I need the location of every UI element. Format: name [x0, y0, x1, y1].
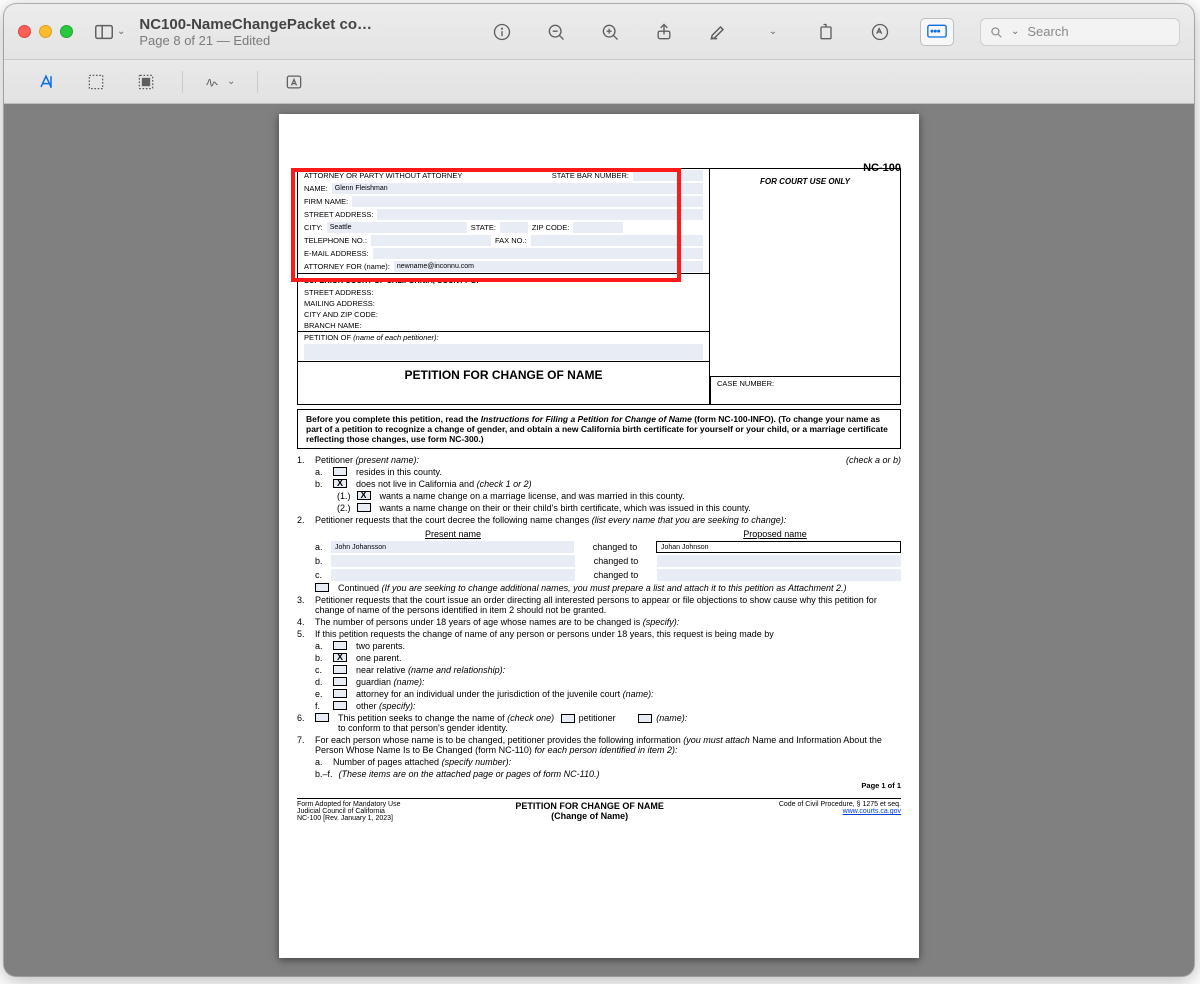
footer-left: Form Adopted for Mandatory Use Judicial … [297, 801, 401, 822]
page-number: Page 1 of 1 [297, 781, 901, 790]
rect-select-tool[interactable] [82, 68, 110, 96]
field-city[interactable]: Seattle [327, 222, 467, 233]
field-proposed-c[interactable] [657, 569, 901, 581]
field-street[interactable] [377, 209, 703, 220]
label-city: CITY: [304, 223, 323, 232]
label-court-branch: BRANCH NAME: [304, 321, 362, 330]
field-email[interactable] [373, 248, 703, 259]
zoom-out-button[interactable] [542, 18, 570, 46]
col-present-name: Present name [327, 529, 579, 539]
label-petition-of: PETITION OF (name of each petitioner): [304, 333, 439, 342]
info-button[interactable] [488, 18, 516, 46]
label-email: E-MAIL ADDRESS: [304, 249, 369, 258]
document-subtitle: Page 8 of 21 — Edited [139, 33, 372, 48]
chevron-down-icon: ⌄ [117, 26, 125, 37]
chevron-down-icon: ⌄ [1011, 26, 1019, 37]
document-canvas[interactable]: NC-100 ATTORNEY OR PARTY WITHOUT ATTORNE… [4, 104, 1194, 976]
search-field[interactable]: ⌄ Search [980, 18, 1180, 46]
field-proposed-b[interactable] [657, 555, 901, 567]
field-state[interactable] [500, 222, 528, 233]
checkbox-5b[interactable] [333, 653, 347, 662]
footer-title: PETITION FOR CHANGE OF NAME (Change of N… [515, 801, 664, 821]
form-fill-button[interactable] [920, 18, 954, 46]
label-superior-court: SUPERIOR COURT OF CALIFORNIA, COUNTY OF [298, 273, 709, 287]
label-fax: FAX NO.: [495, 236, 527, 245]
label-tel: TELEPHONE NO.: [304, 236, 367, 245]
checkbox-5c[interactable] [333, 665, 347, 674]
field-proposed-a[interactable]: Johan Johnson [656, 541, 901, 553]
chevron-down-icon: ⌄ [769, 26, 777, 37]
signature-tool[interactable]: ⌄ [205, 68, 235, 96]
checkbox-6-name[interactable] [638, 714, 652, 723]
field-petition-of[interactable] [304, 344, 703, 360]
checkbox-5a[interactable] [333, 641, 347, 650]
field-present-c[interactable] [331, 569, 575, 581]
search-icon [989, 25, 1003, 39]
titlebar: ⌄ NC100-NameChangePacket co… Page 8 of 2… [4, 4, 1194, 60]
label-case-number: CASE NUMBER: [710, 376, 900, 404]
highlight-menu-button[interactable]: ⌄ [758, 18, 786, 46]
field-firm[interactable] [352, 196, 703, 207]
document-title: NC100-NameChangePacket co… [139, 16, 372, 33]
label-state-bar: STATE BAR NUMBER: [552, 171, 629, 180]
share-button[interactable] [650, 18, 678, 46]
toolbar-divider [182, 71, 183, 93]
field-present-b[interactable] [331, 555, 575, 567]
field-state-bar[interactable] [633, 170, 703, 181]
checkbox-1b[interactable] [333, 479, 347, 488]
label-firm: FIRM NAME: [304, 197, 348, 206]
search-placeholder: Search [1027, 24, 1068, 39]
pdf-page[interactable]: NC-100 ATTORNEY OR PARTY WITHOUT ATTORNE… [279, 114, 919, 958]
field-attorney-for[interactable]: newname@inconnu.com [394, 261, 703, 272]
field-present-a[interactable]: John Johansson [331, 541, 574, 553]
field-fax[interactable] [531, 235, 703, 246]
label-court-cityzip: CITY AND ZIP CODE: [304, 310, 378, 319]
label-name: NAME: [304, 184, 328, 193]
redact-tool[interactable] [132, 68, 160, 96]
courts-link[interactable]: www.courts.ca.gov [779, 808, 901, 815]
form-number: NC-100 [863, 162, 901, 174]
field-zip[interactable] [573, 222, 623, 233]
col-proposed-name: Proposed name [649, 529, 901, 539]
window-controls [18, 25, 73, 38]
field-tel[interactable] [371, 235, 491, 246]
autofill-form-tool[interactable] [280, 68, 308, 96]
label-zip: ZIP CODE: [532, 223, 569, 232]
label-street: STREET ADDRESS: [304, 210, 373, 219]
label-court-street: STREET ADDRESS: [304, 288, 373, 297]
checkbox-1b2[interactable] [357, 503, 371, 512]
label-state: STATE: [471, 223, 496, 232]
form-title: PETITION FOR CHANGE OF NAME [298, 361, 709, 388]
label-check-a-or-b: (check a or b) [846, 455, 901, 465]
close-window-button[interactable] [18, 25, 31, 38]
checkbox-5f[interactable] [333, 701, 347, 710]
zoom-window-button[interactable] [60, 25, 73, 38]
checkbox-5d[interactable] [333, 677, 347, 686]
label-attorney-for: ATTORNEY FOR (name): [304, 262, 390, 271]
checkbox-1b1[interactable] [357, 491, 371, 500]
footer-right: Code of Civil Procedure, § 1275 et seq. … [779, 801, 901, 815]
chevron-down-icon: ⌄ [227, 76, 235, 87]
minimize-window-button[interactable] [39, 25, 52, 38]
checkbox-6-petitioner[interactable] [561, 714, 575, 723]
instructions-box: Before you complete this petition, read … [297, 409, 901, 449]
label-attorney: ATTORNEY OR PARTY WITHOUT ATTORNEY [304, 171, 462, 180]
checkbox-continued[interactable] [315, 583, 329, 592]
checkbox-6[interactable] [315, 713, 329, 722]
markup-button[interactable] [866, 18, 894, 46]
highlight-button[interactable] [704, 18, 732, 46]
toolbar-divider [257, 71, 258, 93]
zoom-in-button[interactable] [596, 18, 624, 46]
sidebar-toggle-button[interactable]: ⌄ [93, 18, 125, 46]
label-court-mail: MAILING ADDRESS: [304, 299, 375, 308]
rotate-button[interactable] [812, 18, 840, 46]
checkbox-5e[interactable] [333, 689, 347, 698]
markup-toolbar: ⌄ [4, 60, 1194, 104]
checkbox-1a[interactable] [333, 467, 347, 476]
text-select-tool[interactable] [32, 68, 60, 96]
field-name[interactable]: Glenn Fleishman [332, 183, 703, 194]
